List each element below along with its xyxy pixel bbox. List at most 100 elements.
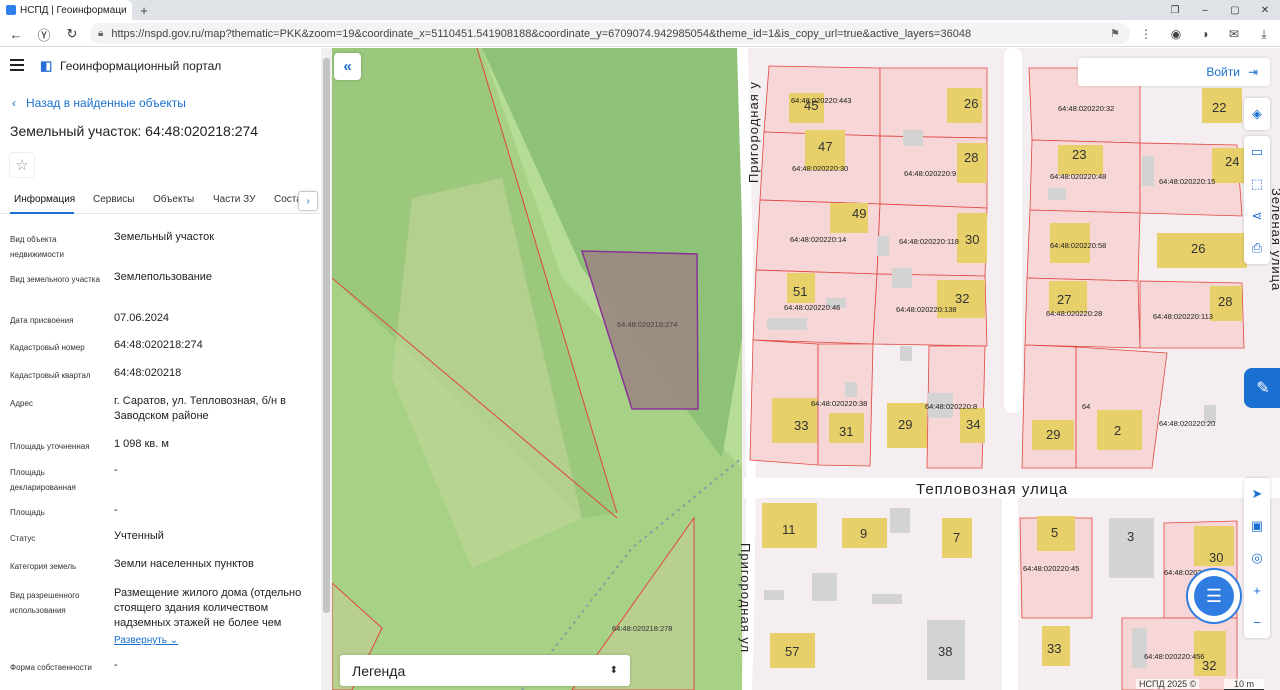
- locate-icon[interactable]: ➤: [1244, 478, 1270, 510]
- field-value: -: [114, 464, 118, 476]
- expand-link-label: Развернуть: [114, 635, 168, 646]
- house-number: 33: [794, 418, 808, 433]
- map-toolbar: ▭ ⬚ ⋖ ⎙: [1244, 136, 1270, 264]
- url-field[interactable]: 🔒︎ https://nspd.gov.ru/map?thematic=PKK&…: [90, 23, 1130, 44]
- map-scale: 10 m: [1224, 679, 1264, 690]
- lock-icon: 🔒︎: [98, 28, 104, 39]
- extension-icon[interactable]: ◗: [1198, 26, 1214, 42]
- parcel-label: 64: [1082, 402, 1090, 411]
- select-area-icon[interactable]: ⬚: [1244, 168, 1270, 200]
- house-number: 47: [818, 139, 832, 154]
- tab-info[interactable]: Информация: [14, 194, 75, 205]
- map-toolbar-top: ◈: [1244, 98, 1270, 130]
- field-label: Вид земельного участка: [10, 275, 100, 284]
- reload-icon[interactable]: ↻: [64, 26, 80, 42]
- ruler-icon[interactable]: ▭: [1244, 136, 1270, 168]
- active-tab-indicator: [10, 212, 74, 214]
- legend-label: Легенда: [352, 662, 406, 679]
- field-value: 1 098 кв. м: [114, 438, 169, 450]
- field-label: Категория земель: [10, 562, 77, 571]
- browser-tab[interactable]: НСПД | Геоинформаци ✕: [0, 0, 132, 20]
- back-icon[interactable]: ←: [8, 26, 24, 42]
- parcel-label: 64:48:020220:443: [791, 96, 851, 105]
- side-street: [1002, 498, 1018, 690]
- close-tab-icon[interactable]: ✕: [131, 4, 132, 17]
- back-to-results-link[interactable]: ‹ Назад в найденные объекты: [12, 96, 186, 110]
- new-tab-button[interactable]: +: [136, 2, 152, 18]
- field-value: 64:48:020218:274: [114, 339, 203, 351]
- legend-dropdown[interactable]: Легенда ⬍: [340, 655, 630, 686]
- house-number: 31: [839, 424, 853, 439]
- collections-icon[interactable]: ❐: [1160, 0, 1190, 20]
- geo-search-icon[interactable]: ◎: [1244, 542, 1270, 574]
- page-title: Земельный участок: 64:48:020218:274: [10, 123, 259, 139]
- maximize-icon[interactable]: ▢: [1220, 0, 1250, 20]
- panel-scrollbar[interactable]: [321, 48, 332, 690]
- minimap-icon[interactable]: ▣: [1244, 510, 1270, 542]
- parcel-label: 64:48:020220:45: [1023, 564, 1079, 573]
- house-number: 3: [1127, 529, 1134, 544]
- map-canvas[interactable]: 64:48:020218:274 64:48:020218:278 45 47 …: [332, 48, 1280, 690]
- map-nav-toolbar: ➤ ▣ ◎ + −: [1244, 478, 1270, 638]
- info-tabs: Информация Сервисы Объекты Части ЗУ Сост…: [0, 188, 320, 214]
- field-label: Статус: [10, 534, 36, 543]
- minimize-icon[interactable]: –: [1190, 0, 1220, 20]
- expand-link[interactable]: Развернуть ⌄: [114, 635, 178, 646]
- map-copyright: НСПД 2025 ©: [1136, 679, 1200, 689]
- zoom-out-icon[interactable]: −: [1244, 606, 1270, 638]
- field-label: Площадь: [10, 508, 45, 517]
- chat-button[interactable]: ☰: [1186, 568, 1242, 624]
- parcel-label: 64:48:020220:8: [925, 402, 977, 411]
- feedback-icon[interactable]: ✎: [1244, 368, 1280, 408]
- house-number: 24: [1225, 154, 1239, 169]
- login-button[interactable]: Войти ⇥: [1078, 58, 1270, 86]
- favorite-star-icon[interactable]: ☆: [9, 152, 35, 178]
- street-name-right: Зеленая улица: [1269, 188, 1280, 291]
- parcel-label: 64:48:020220:46: [784, 303, 840, 312]
- login-icon: ⇥: [1247, 65, 1258, 79]
- menu-dots-icon[interactable]: ⋮: [1138, 26, 1154, 42]
- tabs-scroll-right-button[interactable]: ›: [298, 191, 318, 211]
- tab-title: НСПД | Геоинформаци: [20, 4, 127, 16]
- tab-objects[interactable]: Объекты: [153, 194, 194, 205]
- tab-services[interactable]: Сервисы: [93, 194, 134, 205]
- chevron-left-icon: ‹: [12, 96, 16, 110]
- browser-tab-bar: НСПД | Геоинформаци ✕ + ❐ – ▢ ✕: [0, 0, 1280, 20]
- house-number: 23: [1072, 147, 1086, 162]
- parcel-label: 64:48:020220:20: [1159, 419, 1215, 428]
- parcel-label: 64:48:020220:32: [1058, 104, 1114, 113]
- share-icon[interactable]: ⋖: [1244, 200, 1270, 232]
- parcel-label: 64:48:020220:30: [792, 164, 848, 173]
- print-icon[interactable]: ⎙: [1244, 232, 1270, 264]
- house-number: 51: [793, 284, 807, 299]
- close-window-icon[interactable]: ✕: [1250, 0, 1280, 20]
- house-number: 9: [860, 526, 867, 541]
- scrollbar-thumb[interactable]: [323, 58, 330, 613]
- bookmark-icon[interactable]: ⚑: [1110, 27, 1120, 40]
- window-controls: ❐ – ▢ ✕: [1160, 0, 1280, 20]
- parcel-label: 64:48:020220:38: [811, 399, 867, 408]
- chat-icon: ☰: [1194, 576, 1234, 616]
- extension-icon[interactable]: ✉: [1226, 26, 1242, 42]
- tab-parts[interactable]: Части ЗУ: [213, 194, 255, 205]
- layers-icon[interactable]: ◈: [1244, 98, 1270, 130]
- extension-icon[interactable]: ◉: [1168, 26, 1184, 42]
- house-number: 34: [966, 417, 980, 432]
- zoom-in-icon[interactable]: +: [1244, 574, 1270, 606]
- house-number: 7: [953, 530, 960, 545]
- house-number: 28: [1218, 294, 1232, 309]
- back-link-label: Назад в найденные объекты: [26, 96, 186, 110]
- field-label: Вид разрешенного использования: [10, 591, 80, 615]
- field-label: Площадь уточненная: [10, 442, 90, 451]
- cadastral-map[interactable]: 64:48:020218:274 64:48:020218:278 45 47 …: [332, 48, 1280, 690]
- house-number: 32: [955, 291, 969, 306]
- hamburger-menu-icon[interactable]: [10, 59, 24, 71]
- parcel-label: 64:48:020218:278: [612, 624, 672, 633]
- street-name-side-bottom: Пригородная ул: [738, 543, 753, 653]
- download-icon[interactable]: ⤓: [1256, 26, 1272, 42]
- yandex-icon[interactable]: Ⓨ: [36, 26, 52, 43]
- street-name-main: Тепловозная улица: [916, 481, 1068, 498]
- field-value: Земли населенных пунктов: [114, 558, 254, 570]
- collapse-panel-button[interactable]: «: [334, 53, 361, 80]
- field-value: Земельный участок: [114, 231, 215, 243]
